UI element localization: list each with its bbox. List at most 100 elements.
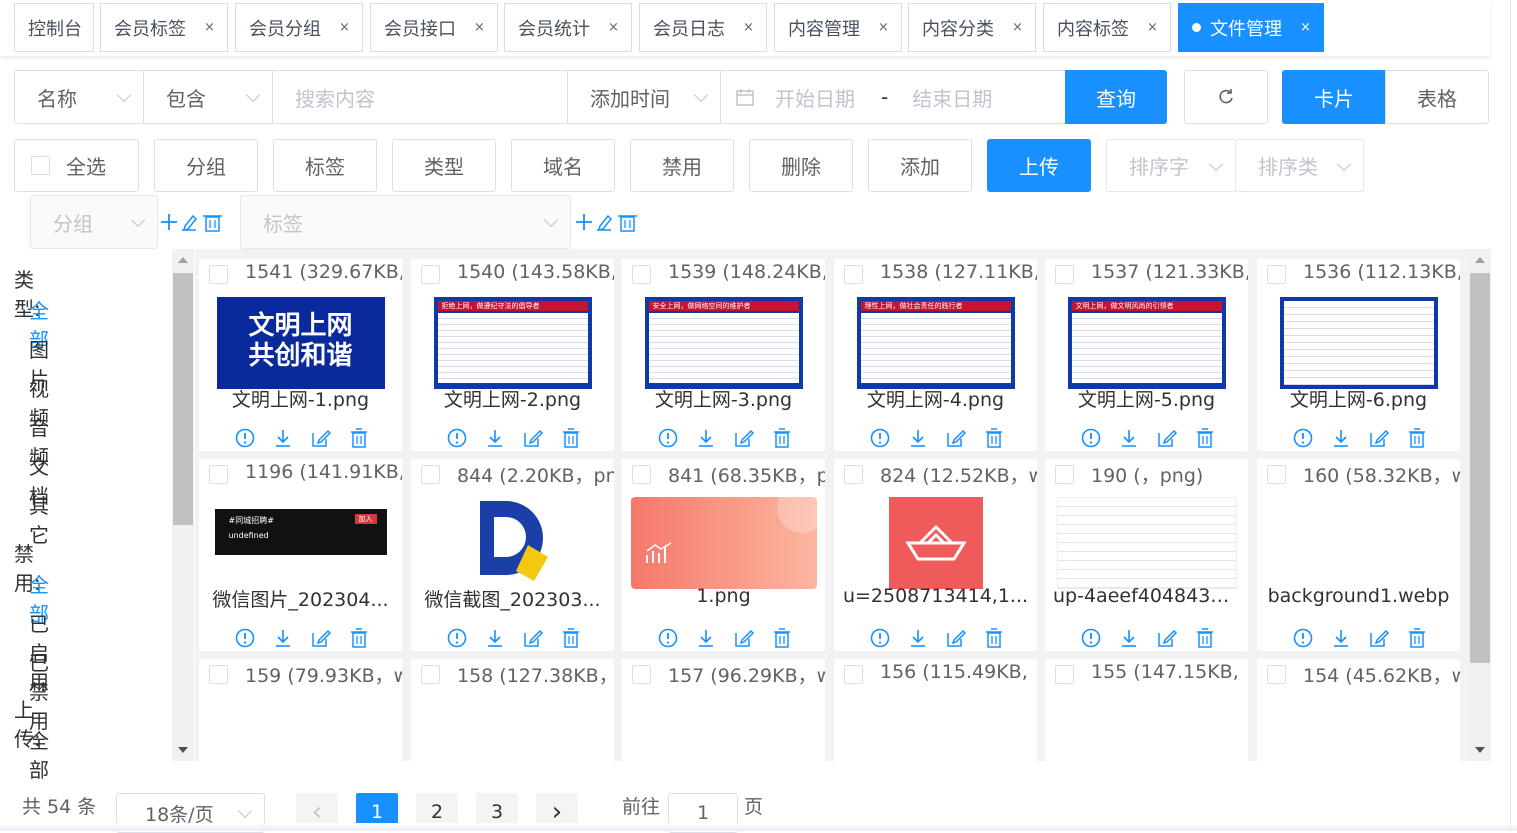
file-card[interactable]: 844 (2.20KB，pn 微信截图_202303... (411, 459, 614, 651)
tab-member-groups[interactable]: 会员分组 × (235, 3, 363, 52)
type-button[interactable]: 类型 (392, 139, 496, 192)
trash-icon[interactable] (983, 427, 1005, 449)
card-checkbox[interactable] (844, 465, 863, 484)
file-card[interactable]: 154 (45.62KB，w (1257, 659, 1460, 761)
sidebar-scrollbar[interactable] (172, 249, 194, 761)
close-icon[interactable]: × (204, 20, 215, 35)
info-icon[interactable] (446, 627, 468, 649)
file-card[interactable]: 157 (96.29KB，w (622, 659, 825, 761)
edit-icon[interactable] (1368, 627, 1390, 649)
close-icon[interactable]: × (1147, 20, 1158, 35)
card-checkbox[interactable] (1267, 465, 1286, 484)
trash-icon[interactable] (983, 627, 1005, 649)
trash-icon[interactable] (1194, 427, 1216, 449)
tab-member-stats[interactable]: 会员统计 × (504, 3, 632, 52)
card-checkbox[interactable] (632, 265, 651, 284)
scroll-up-icon[interactable] (178, 257, 188, 263)
upload-button[interactable]: 上传 (987, 139, 1091, 192)
trash-icon[interactable] (348, 627, 370, 649)
download-icon[interactable] (1330, 627, 1352, 649)
scroll-thumb[interactable] (1470, 273, 1490, 663)
edit-icon[interactable] (522, 427, 544, 449)
trash-icon[interactable] (560, 627, 582, 649)
tab-member-tags[interactable]: 会员标签 × (100, 3, 228, 52)
domain-button[interactable]: 域名 (511, 139, 615, 192)
card-checkbox[interactable] (421, 465, 440, 484)
info-icon[interactable] (657, 627, 679, 649)
search-input[interactable]: 搜索内容 (272, 70, 568, 124)
sort-field-select[interactable]: 排序字 (1106, 139, 1236, 192)
edit-icon[interactable] (1156, 627, 1178, 649)
scroll-down-icon[interactable] (1475, 747, 1485, 753)
close-icon[interactable]: × (339, 20, 350, 35)
file-card[interactable]: 155 (147.15KB, (1045, 659, 1248, 761)
download-icon[interactable] (272, 427, 294, 449)
search-field-select[interactable]: 名称 (14, 70, 144, 124)
edit-icon[interactable] (1368, 427, 1390, 449)
tab-content-tags[interactable]: 内容标签 × (1043, 3, 1171, 52)
card-checkbox[interactable] (1055, 465, 1074, 484)
start-date-input[interactable]: 开始日期 (775, 83, 855, 112)
scroll-thumb[interactable] (173, 273, 193, 525)
file-card[interactable]: 1539 (148.24KB, 安全上网，做网络空间的维护者 文明上网-3.png (622, 259, 825, 451)
card-checkbox[interactable] (1267, 265, 1286, 284)
card-checkbox[interactable] (421, 665, 440, 684)
query-button[interactable]: 查询 (1065, 70, 1167, 124)
info-icon[interactable] (1292, 427, 1314, 449)
edit-icon[interactable] (310, 627, 332, 649)
info-icon[interactable] (446, 427, 468, 449)
close-icon[interactable]: × (474, 20, 485, 35)
edit-icon[interactable] (733, 627, 755, 649)
file-card[interactable]: 190 (，png) up-4aeef4048430... (1045, 459, 1248, 651)
upload-item-all[interactable]: 全部 (29, 725, 49, 783)
trash-icon[interactable] (1406, 427, 1428, 449)
tag-button[interactable]: 标签 (273, 139, 377, 192)
file-card[interactable]: 1541 (329.67KB, 文明上网 共创和谐 文明上网-1.png (199, 259, 402, 451)
file-card[interactable]: 1536 (112.13KB, 文明上网-6.png (1257, 259, 1460, 451)
refresh-button[interactable] (1184, 70, 1268, 124)
delete-button[interactable]: 删除 (749, 139, 853, 192)
download-icon[interactable] (907, 627, 929, 649)
close-icon[interactable]: × (1300, 20, 1311, 35)
file-card[interactable]: 158 (127.38KB， (411, 659, 614, 761)
download-icon[interactable] (1118, 627, 1140, 649)
card-checkbox[interactable] (844, 665, 863, 684)
download-icon[interactable] (484, 627, 506, 649)
tab-member-api[interactable]: 会员接口 × (370, 3, 498, 52)
tag-filter-select[interactable]: 标签 (240, 195, 571, 249)
file-card[interactable]: 156 (115.49KB, (834, 659, 1037, 761)
card-checkbox[interactable] (1055, 265, 1074, 284)
grid-scrollbar[interactable] (1469, 249, 1491, 761)
card-checkbox[interactable] (1055, 665, 1074, 684)
info-icon[interactable] (869, 427, 891, 449)
info-icon[interactable] (234, 427, 256, 449)
disable-button[interactable]: 禁用 (630, 139, 734, 192)
download-icon[interactable] (484, 427, 506, 449)
date-range-picker[interactable]: 开始日期 - 结束日期 (720, 70, 1066, 124)
download-icon[interactable] (695, 427, 717, 449)
edit-icon[interactable] (1156, 427, 1178, 449)
scroll-down-icon[interactable] (178, 747, 188, 753)
file-card[interactable]: 160 (58.32KB，w background1.webp (1257, 459, 1460, 651)
download-icon[interactable] (1330, 427, 1352, 449)
info-icon[interactable] (234, 627, 256, 649)
card-checkbox[interactable] (844, 265, 863, 284)
info-icon[interactable] (657, 427, 679, 449)
card-checkbox[interactable] (421, 265, 440, 284)
edit-icon[interactable] (522, 627, 544, 649)
group-button[interactable]: 分组 (154, 139, 258, 192)
trash-icon[interactable] (771, 427, 793, 449)
download-icon[interactable] (907, 427, 929, 449)
trash-icon[interactable] (1406, 627, 1428, 649)
edit-icon[interactable] (945, 427, 967, 449)
download-icon[interactable] (695, 627, 717, 649)
view-table-button[interactable]: 表格 (1385, 70, 1489, 124)
file-card[interactable]: 824 (12.52KB，w u=2508713414,1... (834, 459, 1037, 651)
download-icon[interactable] (1118, 427, 1140, 449)
scroll-up-icon[interactable] (1475, 257, 1485, 263)
select-all-checkbox[interactable]: 全选 (14, 139, 139, 192)
close-icon[interactable]: × (1012, 20, 1023, 35)
tab-dashboard[interactable]: 控制台 (14, 3, 94, 52)
close-icon[interactable]: × (878, 20, 889, 35)
tab-member-logs[interactable]: 会员日志 × (639, 3, 767, 52)
